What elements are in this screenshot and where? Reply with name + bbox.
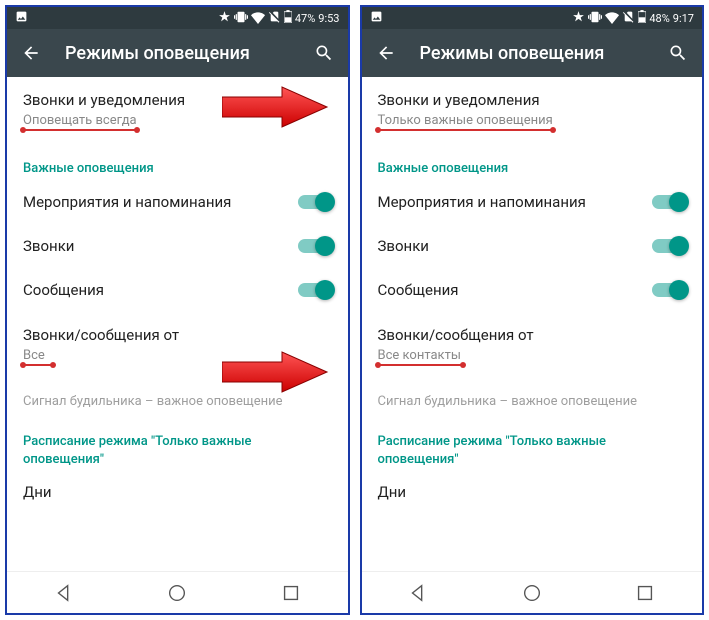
settings-content: Звонки и уведомления Оповещать всегда Ва… — [7, 77, 348, 571]
calls-from-item[interactable]: Звонки/сообщения от Все контакты — [378, 312, 687, 378]
days-label: Дни — [378, 483, 687, 501]
messages-label: Сообщения — [23, 281, 104, 299]
navbar — [362, 571, 703, 613]
events-label: Мероприятия и напоминания — [378, 193, 586, 211]
battery-percent: 48% — [649, 12, 669, 25]
calls-label: Звонки — [378, 237, 429, 255]
appbar-title: Режимы оповещения — [65, 43, 314, 64]
battery-icon — [284, 10, 292, 26]
section-important: Важные оповещения — [378, 143, 687, 180]
calls-switch[interactable] — [652, 239, 686, 253]
messages-row[interactable]: Сообщения — [378, 268, 687, 312]
events-switch[interactable] — [298, 195, 332, 209]
battery-icon — [638, 10, 646, 26]
calls-notif-sub: Оповещать всегда — [23, 113, 137, 131]
calls-row[interactable]: Звонки — [378, 224, 687, 268]
calls-label: Звонки — [23, 237, 74, 255]
nav-back-icon[interactable] — [53, 582, 75, 604]
statusbar: 48% 9:17 — [362, 7, 703, 29]
vibrate-icon — [234, 10, 248, 27]
days-item[interactable]: Дни — [23, 473, 332, 513]
nav-back-icon[interactable] — [407, 582, 429, 604]
phone-left: 47% 9:53 Режимы оповещения Звонки и увед… — [5, 5, 350, 615]
messages-label: Сообщения — [378, 281, 459, 299]
calls-from-item[interactable]: Звонки/сообщения от Все — [23, 312, 332, 378]
appbar: Режимы оповещения — [362, 29, 703, 77]
calls-notifications-item[interactable]: Звонки и уведомления Только важные опове… — [378, 77, 687, 143]
image-icon — [15, 10, 28, 26]
nosim-icon — [268, 10, 281, 26]
wifi-icon — [605, 10, 619, 27]
appbar-title: Режимы оповещения — [420, 43, 669, 64]
days-label: Дни — [23, 483, 332, 501]
clock: 9:17 — [673, 12, 694, 25]
section-schedule: Расписание режима "Только важные оповеще… — [378, 415, 687, 473]
messages-switch[interactable] — [298, 283, 332, 297]
nav-home-icon[interactable] — [521, 582, 543, 604]
appbar: Режимы оповещения — [7, 29, 348, 77]
settings-content: Звонки и уведомления Только важные опове… — [362, 77, 703, 571]
star-icon — [218, 10, 231, 26]
phone-right: 48% 9:17 Режимы оповещения Звонки и увед… — [360, 5, 705, 615]
alarm-hint: Сигнал будильника – важное оповещение — [23, 378, 332, 415]
search-icon[interactable] — [314, 43, 334, 63]
vibrate-icon — [588, 10, 602, 27]
nav-recent-icon[interactable] — [634, 582, 656, 604]
nav-recent-icon[interactable] — [280, 582, 302, 604]
calls-from-title: Звонки/сообщения от — [378, 326, 687, 344]
calls-notif-title: Звонки и уведомления — [23, 91, 332, 109]
image-icon — [370, 10, 383, 26]
calls-notif-title: Звонки и уведомления — [378, 91, 687, 109]
days-item[interactable]: Дни — [378, 473, 687, 513]
calls-from-sub: Все — [23, 348, 53, 366]
star-icon — [572, 10, 585, 26]
calls-from-sub: Все контакты — [378, 348, 463, 366]
events-row[interactable]: Мероприятия и напоминания — [23, 180, 332, 224]
calls-from-title: Звонки/сообщения от — [23, 326, 332, 344]
section-important: Важные оповещения — [23, 143, 332, 180]
clock: 9:53 — [318, 12, 339, 25]
back-icon[interactable] — [21, 43, 41, 63]
calls-notifications-item[interactable]: Звонки и уведомления Оповещать всегда — [23, 77, 332, 143]
search-icon[interactable] — [668, 43, 688, 63]
calls-notif-sub: Только важные оповещения — [378, 113, 553, 131]
messages-row[interactable]: Сообщения — [23, 268, 332, 312]
events-row[interactable]: Мероприятия и напоминания — [378, 180, 687, 224]
messages-switch[interactable] — [652, 283, 686, 297]
calls-row[interactable]: Звонки — [23, 224, 332, 268]
events-label: Мероприятия и напоминания — [23, 193, 231, 211]
battery-percent: 47% — [295, 12, 315, 25]
nosim-icon — [622, 10, 635, 26]
statusbar: 47% 9:53 — [7, 7, 348, 29]
alarm-hint: Сигнал будильника – важное оповещение — [378, 378, 687, 415]
back-icon[interactable] — [376, 43, 396, 63]
navbar — [7, 571, 348, 613]
calls-switch[interactable] — [298, 239, 332, 253]
nav-home-icon[interactable] — [166, 582, 188, 604]
section-schedule: Расписание режима "Только важные оповеще… — [23, 415, 332, 473]
events-switch[interactable] — [652, 195, 686, 209]
wifi-icon — [251, 10, 265, 27]
